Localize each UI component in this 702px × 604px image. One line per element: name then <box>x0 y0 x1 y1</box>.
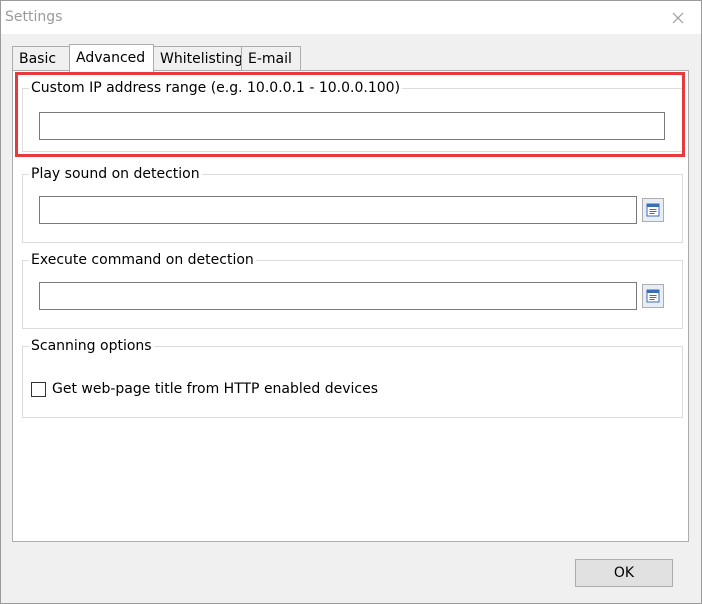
advanced-tab-panel: Custom IP address range (e.g. 10.0.0.1 -… <box>12 70 689 542</box>
http-title-checkbox[interactable] <box>31 381 46 397</box>
tab-email[interactable]: E-mail <box>241 46 301 70</box>
title-bar: Settings <box>1 1 701 34</box>
browse-file-icon <box>646 203 660 217</box>
window-title: Settings <box>5 9 63 25</box>
close-button[interactable] <box>655 1 701 34</box>
play-sound-browse-button[interactable] <box>642 198 664 222</box>
execute-command-label: Execute command on detection <box>29 251 256 269</box>
custom-ip-range-label: Custom IP address range (e.g. 10.0.0.1 -… <box>29 79 403 97</box>
play-sound-input[interactable] <box>39 196 637 224</box>
execute-command-browse-button[interactable] <box>642 284 664 308</box>
custom-ip-range-group: Custom IP address range (e.g. 10.0.0.1 -… <box>22 79 683 152</box>
tab-advanced[interactable]: Advanced <box>69 44 154 72</box>
ok-button[interactable]: OK <box>575 559 673 587</box>
http-title-option[interactable]: Get web-page title from HTTP enabled dev… <box>31 381 378 397</box>
execute-command-input[interactable] <box>39 282 637 310</box>
browse-file-icon <box>646 289 660 303</box>
play-sound-group: Play sound on detection <box>22 165 683 243</box>
close-icon <box>672 12 684 23</box>
settings-dialog: Settings Basic Advanced Whitelisting E-m… <box>0 0 702 604</box>
custom-ip-range-input[interactable] <box>39 112 665 140</box>
tab-label: Advanced <box>76 50 146 66</box>
tab-label: Basic <box>19 51 57 67</box>
tab-basic[interactable]: Basic <box>12 46 70 70</box>
scanning-options-group: Scanning options Get web-page title from… <box>22 337 683 418</box>
scanning-options-label: Scanning options <box>29 337 154 355</box>
execute-command-group: Execute command on detection <box>22 251 683 329</box>
tab-label: E-mail <box>248 51 292 67</box>
tab-label: Whitelisting <box>160 51 243 67</box>
play-sound-label: Play sound on detection <box>29 165 202 183</box>
tab-whitelisting[interactable]: Whitelisting <box>153 46 243 70</box>
http-title-checkbox-label[interactable]: Get web-page title from HTTP enabled dev… <box>52 381 378 397</box>
